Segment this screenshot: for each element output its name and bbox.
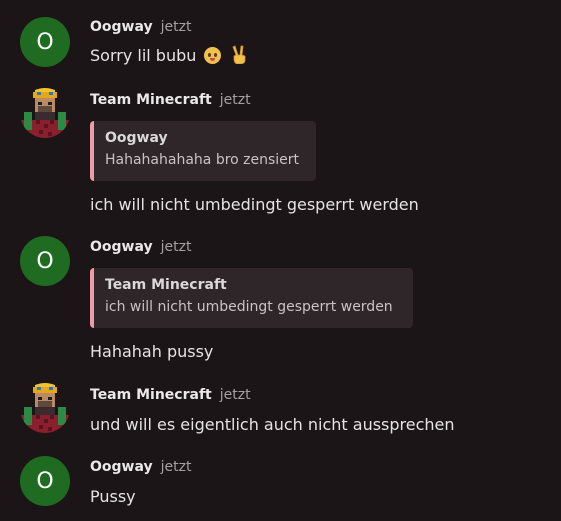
author-name[interactable]: Team Minecraft bbox=[90, 387, 212, 403]
message-text: ich will nicht umbedingt gesperrt werden bbox=[90, 195, 419, 214]
avatar-letter: O bbox=[36, 248, 54, 274]
victory-hand-icon bbox=[232, 45, 245, 64]
message-header: Oogway jetzt bbox=[90, 239, 191, 259]
message-text: Hahahah pussy bbox=[90, 342, 214, 361]
timestamp: jetzt bbox=[219, 92, 251, 108]
reply-quote[interactable]: Oogway Hahahahahaha bro zensiert bbox=[90, 121, 316, 181]
quote-text: ich will nicht umbedingt gesperrt werden bbox=[105, 299, 393, 315]
author-name[interactable]: Oogway bbox=[90, 19, 153, 35]
timestamp: jetzt bbox=[160, 239, 192, 255]
timestamp: jetzt bbox=[160, 459, 192, 475]
message-header: Team Minecraft jetzt bbox=[90, 92, 251, 112]
pleading-face-icon bbox=[204, 47, 222, 64]
avatar-team-minecraft[interactable] bbox=[20, 383, 70, 433]
message-header: Oogway jetzt bbox=[90, 19, 191, 39]
author-name[interactable]: Oogway bbox=[90, 459, 153, 475]
quote-author: Oogway bbox=[105, 130, 168, 146]
message-text: Sorry lil bubu bbox=[90, 45, 247, 67]
quote-author: Team Minecraft bbox=[105, 277, 227, 293]
avatar-oogway[interactable]: O bbox=[20, 456, 70, 506]
message-text: Pussy bbox=[90, 487, 136, 506]
timestamp: jetzt bbox=[160, 19, 192, 35]
chat-message-list: O Oogway jetzt Sorry lil bubu Team Minec… bbox=[0, 0, 561, 521]
avatar-letter: O bbox=[36, 29, 54, 55]
minecraft-character-icon bbox=[20, 383, 70, 433]
author-name[interactable]: Oogway bbox=[90, 239, 153, 255]
avatar-team-minecraft[interactable] bbox=[20, 88, 70, 138]
avatar-oogway[interactable]: O bbox=[20, 236, 70, 286]
message-body: Sorry lil bubu bbox=[90, 46, 197, 65]
message-header: Oogway jetzt bbox=[90, 459, 191, 479]
quote-text: Hahahahahaha bro zensiert bbox=[105, 152, 300, 168]
message-text: und will es eigentlich auch nicht ausspr… bbox=[90, 415, 455, 434]
timestamp: jetzt bbox=[219, 387, 251, 403]
author-name[interactable]: Team Minecraft bbox=[90, 92, 212, 108]
avatar-letter: O bbox=[36, 468, 54, 494]
message-header: Team Minecraft jetzt bbox=[90, 387, 251, 407]
minecraft-character-icon bbox=[20, 88, 70, 138]
reply-quote[interactable]: Team Minecraft ich will nicht umbedingt … bbox=[90, 268, 413, 328]
avatar-oogway[interactable]: O bbox=[20, 17, 70, 67]
